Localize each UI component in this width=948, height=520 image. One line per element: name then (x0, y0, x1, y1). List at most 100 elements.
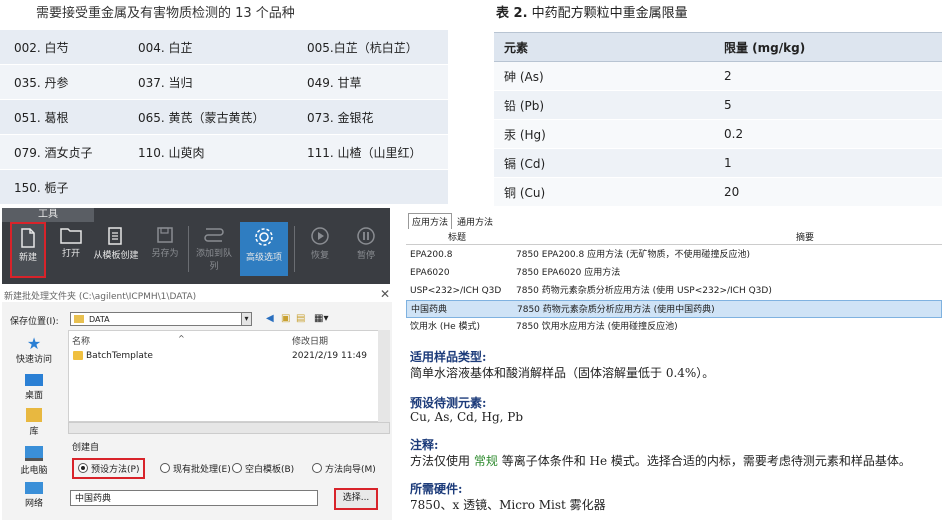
table-cell: 035. 丹参 (0, 64, 124, 100)
sidebar-item-library[interactable]: 库 (6, 408, 62, 437)
view-menu-icon[interactable]: ▦▾ (314, 313, 328, 324)
restore-button[interactable]: 恢复 (302, 222, 338, 276)
folder-icon (73, 351, 83, 360)
new-button-label: 新建 (18, 253, 37, 263)
table-cell: 砷 (As) (494, 61, 714, 91)
chevron-down-icon[interactable]: ▾ (241, 312, 252, 326)
advanced-options-label: 高级选项 (245, 253, 282, 263)
radio-blank-template[interactable]: 空白模板(B) (232, 462, 294, 475)
table-row: 镉 (Cd) 1 (494, 148, 942, 178)
select-button[interactable]: 选择... (334, 488, 378, 510)
star-icon: ★ (26, 334, 42, 353)
horizontal-scrollbar[interactable] (68, 422, 390, 434)
radio-method-wizard[interactable]: 方法向导(M) (312, 462, 376, 475)
save-as-button[interactable]: 另存为 (148, 222, 182, 276)
folder-open-icon (60, 228, 82, 244)
method-row[interactable]: USP<232>/ICH Q3D 7850 药物元素杂质分析应用方法 (使用 U… (406, 282, 942, 300)
file-date: 2021/2/19 11:49 (292, 351, 367, 361)
table-cell: 1 (714, 148, 942, 178)
restore-label: 恢复 (310, 251, 329, 261)
method-row[interactable]: EPA200.8 7850 EPA200.8 应用方法 (无矿物质，不使用碰撞反… (406, 246, 942, 264)
column-header-name[interactable]: 名称 (72, 334, 90, 347)
table-row: 035. 丹参 037. 当归 049. 甘草 (0, 64, 448, 100)
elements-heading: 预设待测元素: (410, 396, 487, 410)
toolbar-divider (188, 226, 189, 272)
note-text: 方法仅使用 常规 等离子体条件和 He 模式。选择合适的内标，需要考虑待测元素和… (410, 452, 911, 469)
vertical-scrollbar[interactable] (378, 330, 390, 422)
sidebar-item-quick-access[interactable]: ★ 快速访问 (6, 334, 62, 366)
method-row[interactable]: 饮用水 (He 模式) 7850 饮用水应用方法 (使用碰撞反应池) (406, 318, 942, 336)
table-cell: 0.2 (714, 119, 942, 149)
sidebar-item-label: 库 (29, 427, 39, 437)
radio-icon (232, 463, 242, 473)
dialog-title: 新建批处理文件夹 (C:\agilent\ICPMH\1\DATA) (4, 292, 197, 302)
sidebar-item-label: 桌面 (24, 391, 43, 401)
new-folder-icon[interactable]: ▤ (296, 313, 305, 324)
table-row: 051. 葛根 065. 黄芪（蒙古黄芪） 073. 金银花 (0, 99, 448, 135)
radio-label: 现有批处理(E) (173, 465, 231, 475)
table-cell: 073. 金银花 (293, 99, 448, 135)
back-icon[interactable]: ◀ (266, 313, 274, 324)
table-cell: 镉 (Cd) (494, 148, 714, 178)
sidebar-item-label: 快速访问 (15, 355, 52, 365)
sidebar-item-label: 网络 (24, 499, 43, 509)
save-location-label: 保存位置(I): (10, 317, 59, 327)
method-summary: 7850 药物元素杂质分析应用方法 (使用 USP<232>/ICH Q3D) (516, 286, 772, 296)
open-button[interactable]: 打开 (56, 222, 86, 276)
table-cell: 051. 葛根 (0, 99, 124, 135)
up-folder-icon[interactable]: ▣ (281, 313, 290, 324)
from-template-label: 从模板创建 (93, 251, 139, 261)
elements-text: Cu, As, Cd, Hg, Pb (410, 410, 524, 424)
pause-button[interactable]: 暂停 (348, 222, 384, 276)
radio-preset-method[interactable]: 预设方法(P) (72, 458, 146, 479)
tab-general-methods[interactable]: 通用方法 (454, 213, 496, 230)
column-header: 元素 (494, 32, 714, 62)
column-header-summary[interactable]: 摘要 (796, 230, 814, 243)
new-button[interactable]: 新建 (10, 222, 46, 278)
sidebar-item-this-pc[interactable]: 此电脑 (6, 446, 62, 476)
table-cell: 049. 甘草 (293, 64, 448, 100)
folder-icon (74, 315, 84, 323)
method-row[interactable]: EPA6020 7850 EPA6020 应用方法 (406, 264, 942, 282)
radio-label: 空白模板(B) (245, 465, 295, 475)
note-highlight: 常规 (473, 454, 498, 468)
column-header-date[interactable]: 修改日期 (292, 334, 328, 347)
table-cell: 002. 白芍 (0, 30, 124, 65)
file-name[interactable]: BatchTemplate (86, 351, 153, 361)
method-summary: 7850 药物元素杂质分析应用方法 (使用中国药典) (517, 305, 715, 315)
method-row-selected[interactable]: 中国药典 7850 药物元素杂质分析应用方法 (使用中国药典) (406, 300, 942, 318)
pause-label: 暂停 (356, 251, 375, 261)
table-row: 150. 栀子 (0, 169, 448, 205)
note-text-part: 方法仅使用 (410, 454, 471, 468)
herb-table: 002. 白芍 004. 白芷 005.白芷（杭白芷） 035. 丹参 037.… (0, 30, 448, 205)
table-caption: 中药配方颗粒中重金属限量 (527, 6, 688, 21)
note-heading: 注释: (410, 438, 439, 452)
network-icon (25, 482, 43, 494)
open-button-label: 打开 (61, 249, 80, 259)
table-cell: 150. 栀子 (0, 169, 124, 205)
pause-icon (357, 227, 375, 245)
sidebar-item-label: 此电脑 (20, 466, 48, 476)
advanced-options-button[interactable]: 高级选项 (240, 222, 288, 276)
table-cell: 004. 白芷 (124, 30, 293, 65)
sidebar-item-network[interactable]: 网络 (6, 482, 62, 509)
column-header-title[interactable]: 标题 (448, 230, 466, 243)
library-icon (26, 408, 42, 422)
method-title: EPA6020 (410, 268, 450, 278)
desktop-icon (25, 374, 43, 386)
radio-existing-batch[interactable]: 现有批处理(E) (160, 462, 231, 475)
add-to-queue-button[interactable]: 添加到队列 (192, 222, 236, 276)
method-field[interactable]: 中国药典 (70, 490, 318, 506)
save-location-select[interactable]: DATA (70, 312, 252, 326)
tab-application-methods[interactable]: 应用方法 (408, 213, 453, 229)
file-list[interactable] (68, 330, 380, 422)
table-row: 002. 白芍 004. 白芷 005.白芷（杭白芷） (0, 30, 448, 65)
sidebar-item-desktop[interactable]: 桌面 (6, 374, 62, 401)
table-row: 铜 (Cu) 20 (494, 177, 942, 207)
table-row: 铅 (Pb) 5 (494, 90, 942, 120)
hardware-text: 7850、x 透镜、Micro Mist 雾化器 (410, 498, 606, 512)
toolbar-tab-tools[interactable]: 工具 (2, 208, 94, 222)
method-title: 中国药典 (411, 305, 448, 315)
close-icon[interactable]: ✕ (380, 287, 390, 301)
from-template-button[interactable]: 从模板创建 (92, 222, 140, 276)
